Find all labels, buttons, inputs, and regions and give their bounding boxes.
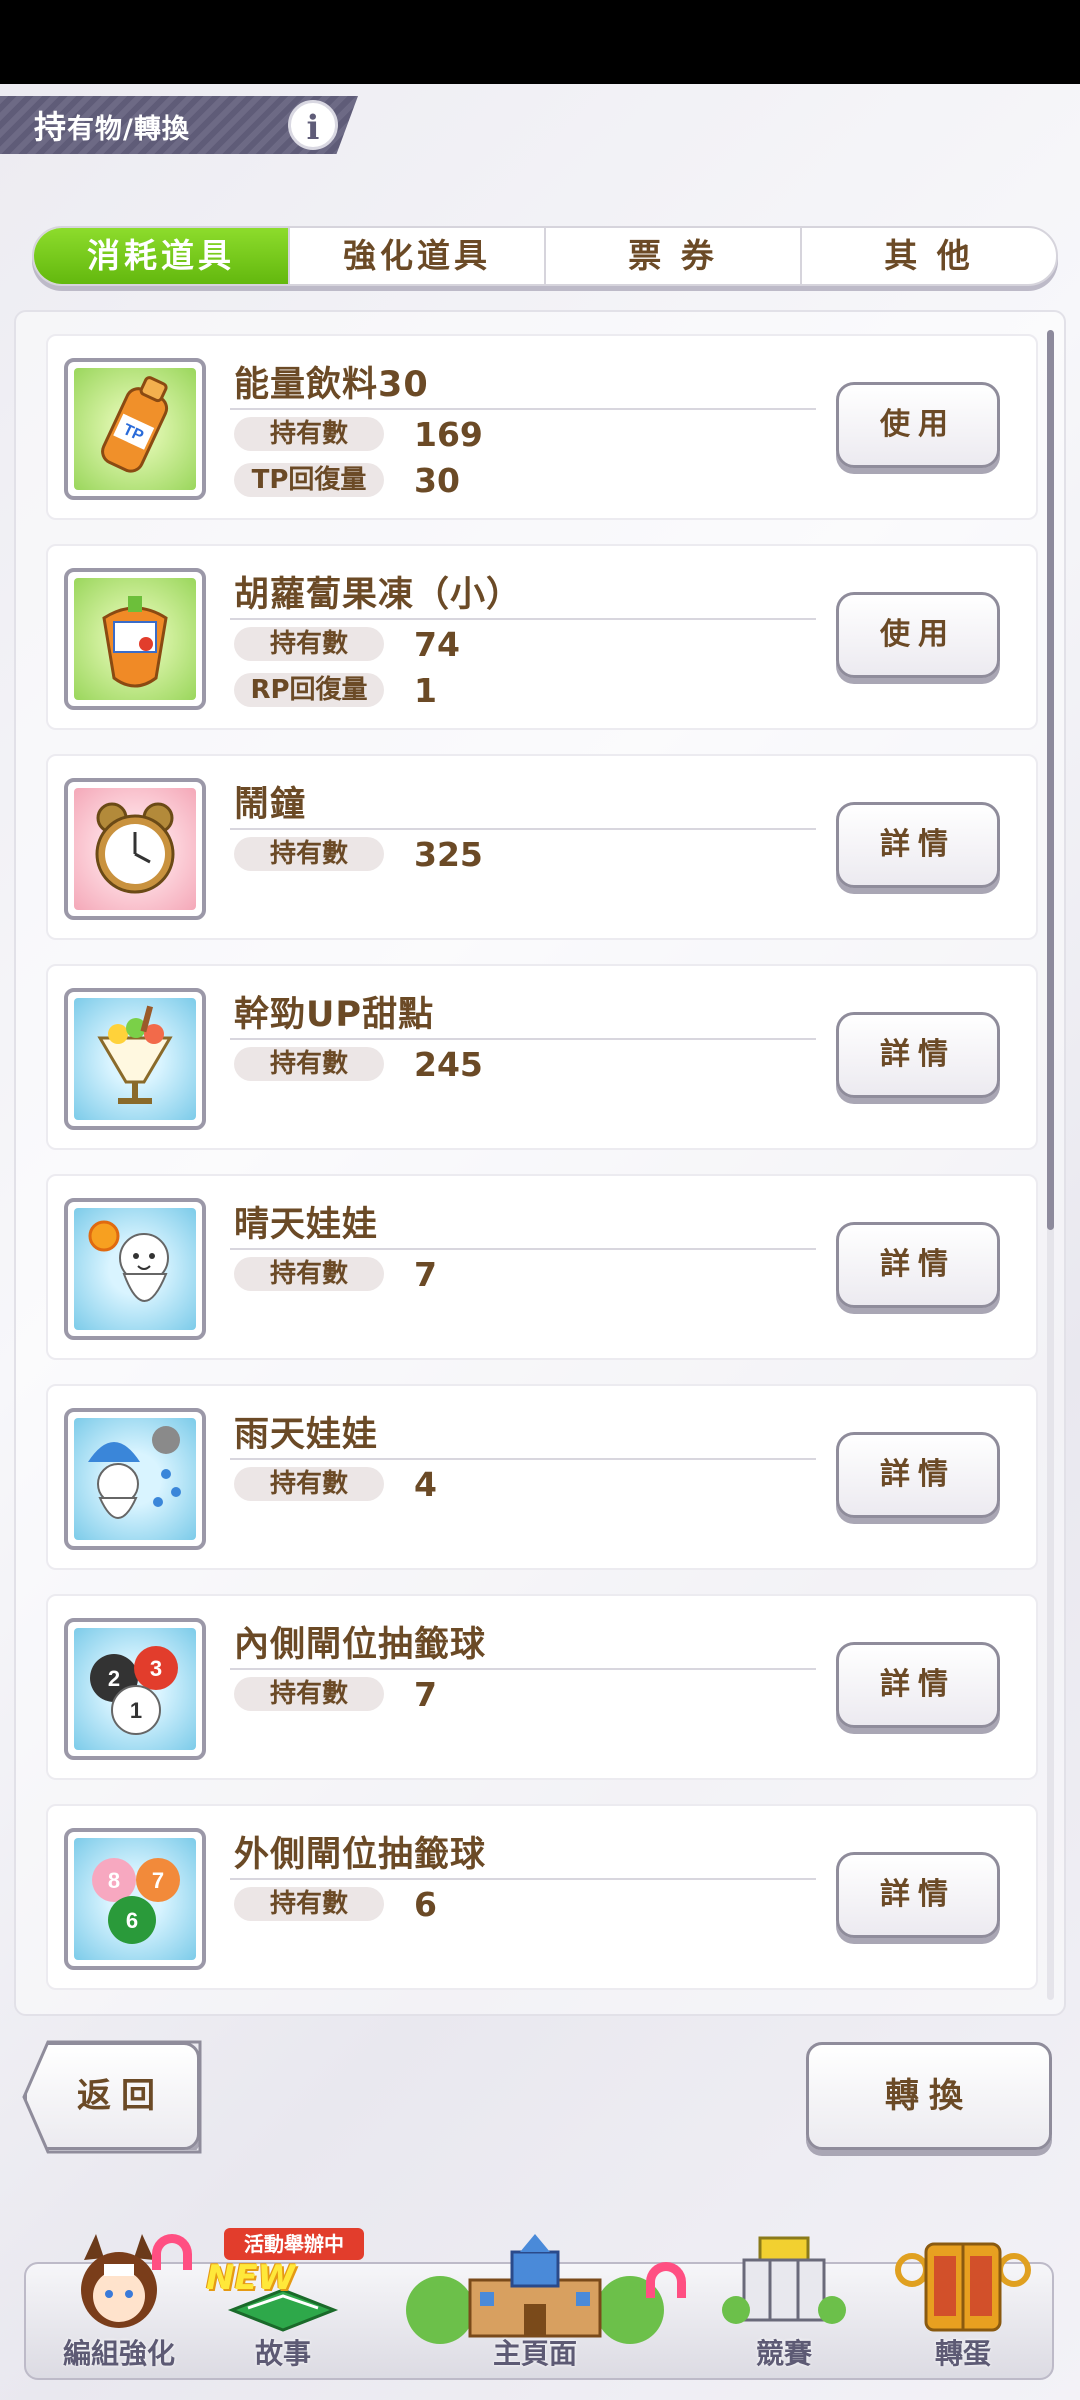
race-gate-icon xyxy=(722,2236,846,2324)
outer-gate-ball-icon: 8 76 xyxy=(64,1828,206,1970)
count-label: 持有數 xyxy=(234,627,384,661)
list-item: 鬧鐘 持有數 325 詳情 xyxy=(46,754,1038,940)
recovery-label: TP回復量 xyxy=(234,463,384,497)
svg-text:7: 7 xyxy=(152,1868,164,1893)
tab-tickets[interactable]: 票 券 xyxy=(544,228,800,284)
sunny-doll-icon xyxy=(64,1198,206,1340)
svg-text:3: 3 xyxy=(150,1656,162,1681)
count-value: 74 xyxy=(414,624,460,664)
page-title: 持有物/轉換 xyxy=(34,108,190,146)
count-label: 持有數 xyxy=(234,1257,384,1291)
nav-item-gacha[interactable]: 轉蛋 xyxy=(888,2230,1038,2380)
item-name: 胡蘿蔔果凍（小） xyxy=(234,575,523,615)
divider xyxy=(230,408,816,410)
count-label: 持有數 xyxy=(234,1677,384,1711)
recovery-value: 1 xyxy=(414,670,437,710)
count-value: 6 xyxy=(414,1884,437,1924)
details-button[interactable]: 詳情 xyxy=(836,1012,1000,1098)
svg-text:2: 2 xyxy=(108,1666,120,1691)
divider xyxy=(230,828,816,830)
item-name: 鬧鐘 xyxy=(234,785,307,825)
new-badge: NEW xyxy=(206,2258,296,2298)
item-name: 幹勁UP甜點 xyxy=(234,995,435,1035)
count-value: 245 xyxy=(414,1044,483,1084)
horseshoe-icon xyxy=(646,2262,686,2298)
info-icon[interactable]: i xyxy=(288,100,338,150)
count-value: 325 xyxy=(414,834,483,874)
count-label: 持有數 xyxy=(234,417,384,451)
nav-item-home[interactable]: 主頁面 xyxy=(400,2230,686,2380)
use-button[interactable]: 使用 xyxy=(836,382,1000,468)
divider xyxy=(230,1458,816,1460)
details-button[interactable]: 詳情 xyxy=(836,1432,1000,1518)
status-bar xyxy=(0,0,1080,84)
nav-label: 編組強化 xyxy=(62,2337,175,2370)
count-label: 持有數 xyxy=(234,1887,384,1921)
gacha-door-icon xyxy=(895,2242,1031,2332)
nav-label: 主頁面 xyxy=(492,2337,577,2370)
recovery-label: RP回復量 xyxy=(234,673,384,707)
convert-button[interactable]: 轉換 xyxy=(806,2042,1052,2150)
tab-others[interactable]: 其 他 xyxy=(800,228,1056,284)
svg-text:6: 6 xyxy=(126,1908,138,1933)
svg-text:1: 1 xyxy=(130,1698,142,1723)
count-label: 持有數 xyxy=(234,837,384,871)
back-button[interactable]: 返回 xyxy=(24,2042,200,2150)
item-name: 晴天娃娃 xyxy=(234,1205,379,1245)
tp-drink-icon: TP xyxy=(64,358,206,500)
tab-consumables[interactable]: 消耗道具 xyxy=(34,228,288,284)
event-badge: 活動舉辦中 xyxy=(224,2228,364,2260)
divider xyxy=(230,1038,816,1040)
count-value: 4 xyxy=(414,1464,437,1504)
count-value: 7 xyxy=(414,1674,437,1714)
count-value: 169 xyxy=(414,414,483,454)
nav-label: 競賽 xyxy=(755,2337,812,2370)
carrot-jelly-icon xyxy=(64,568,206,710)
item-name: 能量飲料30 xyxy=(234,365,429,405)
list-item: TP 能量飲料30 持有數 169 TP回復量 30 使用 xyxy=(46,334,1038,520)
count-label: 持有數 xyxy=(234,1467,384,1501)
parfait-icon xyxy=(64,988,206,1130)
details-button[interactable]: 詳情 xyxy=(836,802,1000,888)
horseshoe-icon xyxy=(152,2234,192,2270)
list-item: 876 外側閘位抽籤球 持有數 6 詳情 xyxy=(46,1804,1038,1990)
list-item: 2 31 內側閘位抽籤球 持有數 7 詳情 xyxy=(46,1594,1038,1780)
nav-item-race[interactable]: 競賽 xyxy=(714,2230,854,2380)
item-name: 雨天娃娃 xyxy=(234,1415,379,1455)
nav-label: 轉蛋 xyxy=(934,2337,991,2370)
inner-gate-ball-icon: 2 31 xyxy=(64,1618,206,1760)
rainy-doll-icon xyxy=(64,1408,206,1550)
use-button[interactable]: 使用 xyxy=(836,592,1000,678)
nav-item-formation[interactable]: 編組強化 xyxy=(44,2230,194,2380)
item-name: 內側閘位抽籤球 xyxy=(234,1625,487,1665)
divider xyxy=(230,1248,816,1250)
details-button[interactable]: 詳情 xyxy=(836,1642,1000,1728)
divider xyxy=(230,1878,816,1880)
list-item: 胡蘿蔔果凍（小） 持有數 74 RP回復量 1 使用 xyxy=(46,544,1038,730)
svg-text:8: 8 xyxy=(108,1868,120,1893)
list-item: 幹勁UP甜點 持有數 245 詳情 xyxy=(46,964,1038,1150)
recovery-value: 30 xyxy=(414,460,460,500)
details-button[interactable]: 詳情 xyxy=(836,1852,1000,1938)
item-name: 外側閘位抽籤球 xyxy=(234,1835,487,1875)
nav-label: 故事 xyxy=(254,2337,311,2370)
divider xyxy=(230,618,816,620)
tab-enhancement[interactable]: 強化道具 xyxy=(288,228,544,284)
scrollbar-thumb[interactable] xyxy=(1047,330,1054,1230)
list-item: 雨天娃娃 持有數 4 詳情 xyxy=(46,1384,1038,1570)
divider xyxy=(230,1668,816,1670)
list-item: 晴天娃娃 持有數 7 詳情 xyxy=(46,1174,1038,1360)
details-button[interactable]: 詳情 xyxy=(836,1222,1000,1308)
count-value: 7 xyxy=(414,1254,437,1294)
alarm-clock-icon xyxy=(64,778,206,920)
tab-bar: 消耗道具 強化道具 票 券 其 他 xyxy=(32,226,1058,286)
count-label: 持有數 xyxy=(234,1047,384,1081)
